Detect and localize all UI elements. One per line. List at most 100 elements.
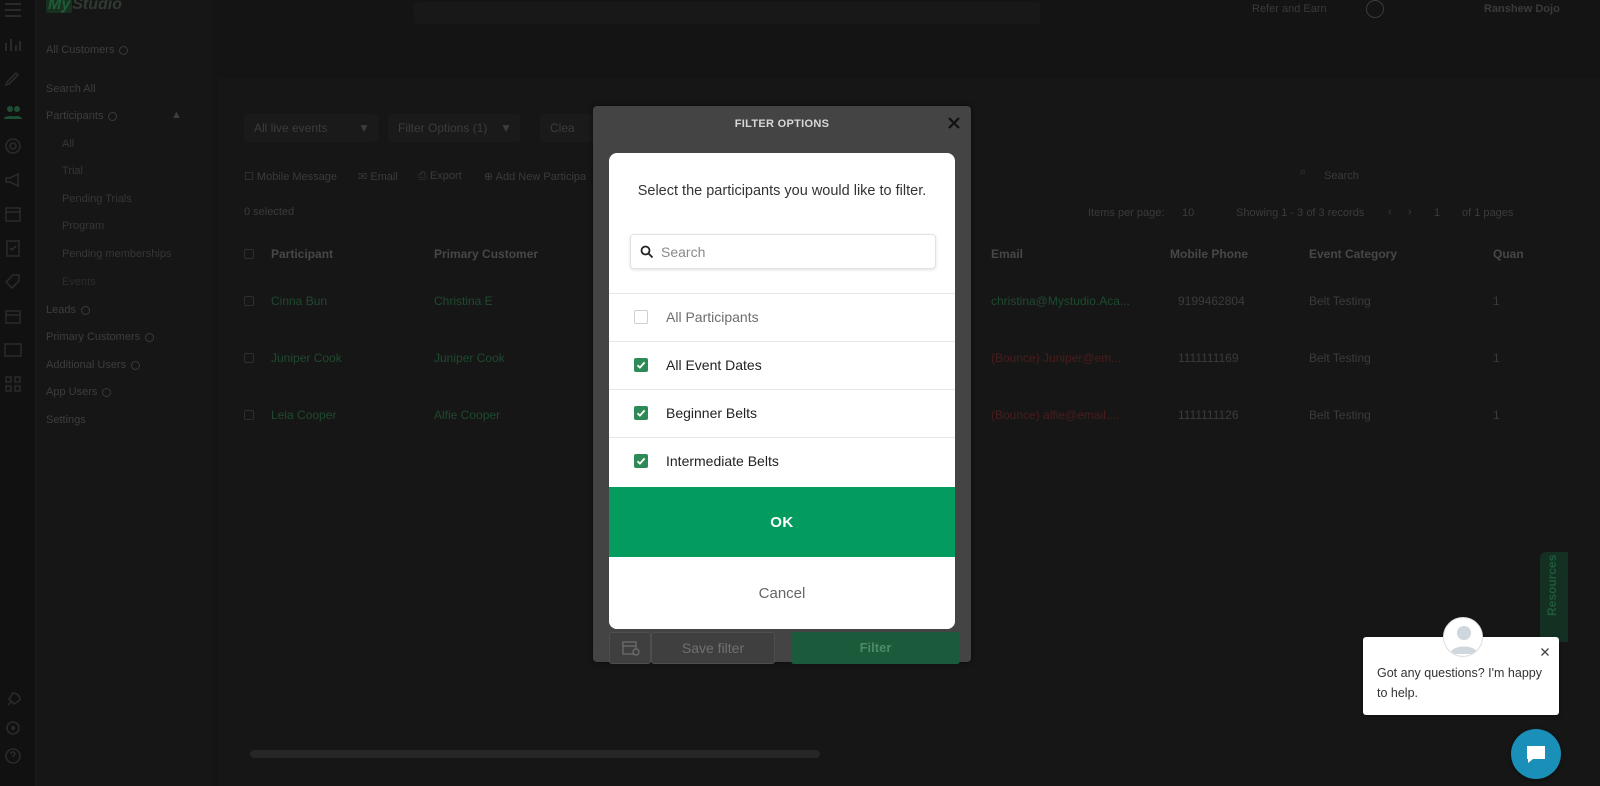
- sidebar-item-additional-users[interactable]: Additional Users: [46, 359, 141, 371]
- chat-close-icon[interactable]: [1538, 645, 1552, 659]
- items-per-page-label: Items per page:: [1088, 207, 1165, 219]
- cancel-button[interactable]: Cancel: [609, 557, 955, 629]
- chat-message: Got any questions? I'm happy to help.: [1377, 666, 1542, 700]
- checkbox-checked[interactable]: [634, 454, 648, 468]
- column-event-category[interactable]: Event Category: [1309, 247, 1397, 261]
- megaphone-icon[interactable]: [3, 170, 23, 190]
- sidebar-item-search-all[interactable]: Search All: [46, 83, 96, 95]
- search-icon: [640, 245, 654, 259]
- page-select[interactable]: 1: [1434, 207, 1440, 219]
- info-icon: [80, 305, 90, 315]
- sidebar-subitem-program[interactable]: Program: [62, 220, 104, 232]
- filter-button[interactable]: Filter: [791, 632, 960, 664]
- chevron-up-icon[interactable]: ▲: [171, 109, 182, 121]
- table-row-category: Belt Testing: [1309, 408, 1371, 422]
- option-beginner-belts[interactable]: Beginner Belts: [609, 389, 955, 437]
- table-search-input[interactable]: Search: [1324, 170, 1359, 182]
- add-new-participant-button[interactable]: ⊕ Add New Participa: [484, 170, 586, 183]
- table-row-customer[interactable]: Christina E: [434, 294, 493, 308]
- checkbox-unchecked[interactable]: [634, 310, 648, 324]
- close-icon[interactable]: [945, 114, 963, 132]
- mobile-message-button[interactable]: ☐ Mobile Message: [244, 170, 337, 183]
- row-checkbox[interactable]: [244, 296, 254, 306]
- refer-and-earn-link[interactable]: Refer and Earn: [1252, 3, 1327, 15]
- notification-icon[interactable]: [1366, 0, 1384, 18]
- table-row-participant[interactable]: Juniper Cook: [271, 351, 342, 365]
- clipboard-icon[interactable]: [3, 238, 23, 258]
- table-row-category: Belt Testing: [1309, 294, 1371, 308]
- column-participant[interactable]: Participant: [271, 247, 333, 261]
- sidebar-subitem-trial[interactable]: Trial: [62, 165, 83, 177]
- table-row-customer[interactable]: Juniper Cook: [434, 351, 505, 365]
- sidebar-item-participants[interactable]: Participants: [46, 110, 118, 122]
- items-per-page-select[interactable]: 10: [1182, 207, 1194, 219]
- option-all-participants[interactable]: All Participants: [609, 293, 955, 341]
- checkbox-checked[interactable]: [634, 358, 648, 372]
- modal-search-input[interactable]: [661, 236, 931, 267]
- horizontal-scrollbar[interactable]: [250, 750, 820, 758]
- tag-icon[interactable]: [3, 272, 23, 292]
- option-intermediate-belts[interactable]: Intermediate Belts: [609, 437, 955, 485]
- clear-button[interactable]: Clea: [540, 114, 594, 142]
- menu-icon[interactable]: [3, 0, 23, 20]
- gear-icon[interactable]: [3, 718, 23, 738]
- sidebar-item-primary-customers[interactable]: Primary Customers: [46, 331, 155, 343]
- option-label: Intermediate Belts: [666, 453, 779, 469]
- info-icon: [119, 45, 129, 55]
- table-row-participant[interactable]: Cinna Bun: [271, 294, 327, 308]
- saved-filters-button[interactable]: [609, 632, 651, 664]
- prev-page-icon[interactable]: ‹: [1388, 206, 1392, 218]
- page-count: of 1 pages: [1462, 207, 1514, 219]
- sidebar-item-app-users[interactable]: App Users: [46, 386, 112, 398]
- next-page-icon[interactable]: ›: [1408, 206, 1412, 218]
- customers-icon[interactable]: [3, 102, 23, 122]
- sidebar-subitem-events[interactable]: Events: [62, 276, 96, 288]
- calendar-gear-icon: [622, 641, 640, 656]
- info-icon: [102, 387, 112, 397]
- select-all-checkbox[interactable]: [244, 249, 254, 259]
- store-icon[interactable]: [3, 306, 23, 326]
- calendar-icon[interactable]: [3, 204, 23, 224]
- analytics-icon[interactable]: [3, 34, 23, 54]
- column-quantity[interactable]: Quan: [1493, 247, 1524, 261]
- ok-button[interactable]: OK: [609, 487, 955, 557]
- apps-icon[interactable]: [3, 374, 23, 394]
- option-label: Beginner Belts: [666, 405, 758, 421]
- filter-options-select[interactable]: Filter Options (1) ▼: [388, 114, 520, 142]
- sidebar-item-settings[interactable]: Settings: [46, 414, 86, 426]
- resources-tab[interactable]: Resources: [1540, 552, 1568, 642]
- table-row-participant[interactable]: Lela Cooper: [271, 408, 336, 422]
- option-label: All Event Dates: [666, 357, 762, 373]
- export-button[interactable]: ⎙ Export: [418, 170, 462, 183]
- pencil-icon[interactable]: [3, 68, 23, 88]
- email-button[interactable]: ✉ Email: [358, 170, 398, 183]
- row-checkbox[interactable]: [244, 410, 254, 420]
- sidebar-subitem-pending-memberships[interactable]: Pending memberships: [62, 248, 171, 260]
- participant-filter-modal: Select the participants you would like t…: [609, 153, 955, 629]
- column-email[interactable]: Email: [991, 247, 1023, 261]
- sidebar-subitem-all[interactable]: All: [62, 138, 74, 150]
- chat-launcher-button[interactable]: [1511, 729, 1561, 779]
- table-row-phone: 1111111169: [1178, 351, 1239, 365]
- checkbox-checked[interactable]: [634, 406, 648, 420]
- save-filter-button[interactable]: Save filter: [651, 632, 775, 664]
- option-all-event-dates[interactable]: All Event Dates: [609, 341, 955, 389]
- table-row-email[interactable]: (Bounce) Juniper@em...: [991, 351, 1121, 365]
- table-row-email[interactable]: christina@Mystudio.Aca...: [991, 294, 1130, 308]
- row-checkbox[interactable]: [244, 353, 254, 363]
- ad-icon[interactable]: [3, 340, 23, 360]
- all-customers-title: All Customers: [46, 44, 129, 56]
- table-row-email[interactable]: (Bounce) alfie@email....: [991, 408, 1119, 422]
- account-name[interactable]: Ranshew Dojo: [1484, 3, 1560, 15]
- sidebar-subitem-pending-trials[interactable]: Pending Trials: [62, 193, 132, 205]
- column-primary-customer[interactable]: Primary Customer: [434, 247, 538, 261]
- table-row-customer[interactable]: Alfie Cooper: [434, 408, 500, 422]
- event-select[interactable]: All live events ▼: [244, 114, 378, 142]
- modal-search[interactable]: [630, 234, 936, 269]
- rocket-icon[interactable]: [3, 690, 23, 710]
- column-mobile-phone[interactable]: Mobile Phone: [1170, 247, 1248, 261]
- help-icon[interactable]: [3, 746, 23, 766]
- sidebar-item-leads[interactable]: Leads: [46, 304, 90, 316]
- programs-icon[interactable]: [3, 136, 23, 156]
- global-search[interactable]: [414, 2, 1040, 24]
